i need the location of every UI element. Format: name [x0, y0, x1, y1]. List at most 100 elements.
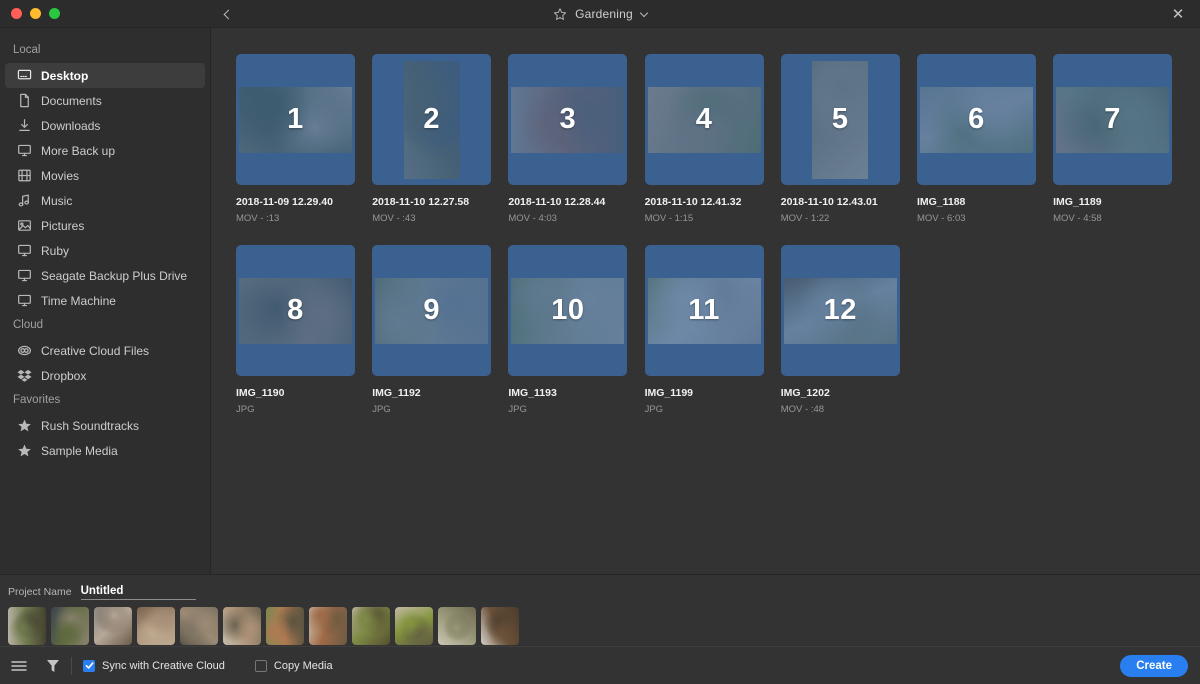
media-item[interactable]: 7 IMG_1189 MOV - 4:58 [1053, 54, 1189, 224]
filmstrip-thumbnail[interactable] [395, 607, 433, 646]
sidebar-item-pictures[interactable]: Pictures [5, 213, 205, 238]
sidebar-item-music[interactable]: Music [5, 188, 205, 213]
filmstrip-thumbnail[interactable] [180, 607, 218, 646]
filmstrip-thumbnail[interactable] [266, 607, 304, 646]
filmstrip-thumbnail[interactable] [438, 607, 476, 646]
media-order-number: 7 [1104, 103, 1121, 135]
media-item[interactable]: 12 IMG_1202 MOV - :48 [780, 245, 917, 415]
sidebar-item-label: Pictures [41, 218, 85, 233]
media-item[interactable]: 2 2018-11-10 12.27.58 MOV - :43 [372, 54, 508, 224]
media-file-meta: JPG [644, 404, 664, 415]
checkbox-checked-icon[interactable] [83, 659, 95, 672]
media-item[interactable]: 11 IMG_1199 JPG [644, 245, 781, 415]
media-item[interactable]: 10 IMG_1193 JPG [508, 245, 644, 415]
filmstrip-thumbnail[interactable] [223, 607, 261, 646]
sidebar-group-label: Local [13, 44, 41, 56]
media-thumbnail[interactable]: 7 [1053, 54, 1173, 185]
sidebar-item-label: Dropbox [41, 368, 87, 383]
sidebar-item-rush-soundtracks[interactable]: Rush Soundtracks [5, 413, 205, 438]
media-item[interactable]: 3 2018-11-10 12.28.44 MOV - 4:03 [508, 54, 644, 224]
toolbar-divider [71, 656, 72, 675]
media-item[interactable]: 1 2018-11-09 12.29.40 MOV - :13 [236, 54, 372, 224]
media-order-number: 5 [831, 103, 849, 135]
media-thumbnail[interactable]: 10 [508, 245, 628, 376]
filmstrip-thumbnail[interactable] [51, 607, 89, 646]
sidebar-item-dropbox[interactable]: Dropbox [5, 363, 205, 388]
sidebar-item-label: Seagate Backup Plus Drive [41, 268, 188, 283]
project-title-area: Gardening [0, 0, 1200, 28]
sidebar-item-time-machine[interactable]: Time Machine [5, 288, 205, 313]
page-title: Gardening [575, 7, 633, 21]
sidebar-item-movies[interactable]: Movies [5, 163, 205, 188]
filmstrip-thumbnail[interactable] [309, 607, 347, 646]
document-icon [17, 93, 32, 108]
list-view-icon[interactable] [8, 655, 30, 677]
checkbox-unchecked-icon[interactable] [254, 659, 267, 672]
sidebar-item-ruby[interactable]: Ruby [5, 238, 205, 263]
media-thumbnail[interactable]: 2 [372, 54, 492, 185]
media-item[interactable]: 9 IMG_1192 JPG [372, 245, 508, 415]
filmstrip-thumbnail[interactable] [94, 607, 132, 646]
star-filled-icon [17, 418, 32, 433]
back-button[interactable] [216, 0, 238, 28]
filmstrip[interactable] [0, 600, 1200, 646]
picture-icon [17, 218, 32, 233]
filmstrip-thumbnail[interactable] [352, 607, 390, 646]
media-item[interactable]: 4 2018-11-10 12.41.32 MOV - 1:15 [644, 54, 781, 224]
media-order-number: 9 [423, 294, 440, 326]
media-file-meta: MOV - 1:15 [644, 213, 694, 224]
media-thumbnail[interactable]: 11 [644, 245, 764, 376]
filmstrip-thumbnail[interactable] [481, 607, 519, 646]
sidebar-item-desktop[interactable]: Desktop [5, 63, 205, 88]
media-thumbnail[interactable]: 9 [372, 245, 492, 376]
title-bar: Gardening ✕ [0, 0, 1200, 28]
media-browser: 1 2018-11-09 12.29.40 MOV - :13 2 2018-11-10… [211, 28, 1200, 574]
sidebar-item-seagate-backup-plus-drive[interactable]: Seagate Backup Plus Drive [5, 263, 205, 288]
minimize-window-button[interactable] [30, 8, 41, 19]
media-thumbnail[interactable]: 3 [508, 54, 628, 185]
media-file-name: IMG_1188 [916, 196, 966, 208]
sidebar-item-label: More Back up [41, 143, 116, 158]
sidebar-item-creative-cloud-files[interactable]: Creative Cloud Files [5, 338, 205, 363]
creative-cloud-icon [17, 343, 32, 358]
media-file-meta: MOV - :13 [236, 213, 280, 224]
window-controls [0, 8, 60, 19]
media-item[interactable]: 5 2018-11-10 12.43.01 MOV - 1:22 [780, 54, 917, 224]
media-file-meta: MOV - :43 [372, 213, 416, 224]
close-window-button[interactable] [11, 8, 22, 19]
media-thumbnail[interactable]: 6 [916, 54, 1036, 185]
filmstrip-thumbnail[interactable] [8, 607, 46, 646]
maximize-window-button[interactable] [49, 8, 60, 19]
project-name-input[interactable]: Untitled [80, 585, 196, 601]
sidebar-item-more-back-up[interactable]: More Back up [5, 138, 205, 163]
media-item[interactable]: 6 IMG_1188 MOV - 6:03 [916, 54, 1053, 224]
sync-with-creative-cloud-checkbox[interactable]: Sync with Creative Cloud [83, 659, 225, 672]
sidebar-item-documents[interactable]: Documents [5, 88, 205, 113]
chevron-down-icon[interactable] [639, 8, 649, 17]
media-order-number: 3 [559, 103, 577, 135]
sidebar-item-label: Music [41, 193, 73, 208]
media-item[interactable]: 8 IMG_1190 JPG [236, 245, 372, 415]
bottom-panel: Project Name Untitled Sync with Creative… [0, 574, 1200, 684]
sidebar: Local Desktop Documents Downloads More Back … [0, 28, 211, 574]
media-file-meta: MOV - 1:22 [780, 213, 830, 224]
filter-icon[interactable] [42, 655, 64, 677]
media-thumbnail[interactable]: 12 [780, 245, 900, 376]
media-thumbnail[interactable]: 8 [236, 245, 355, 376]
media-file-name: IMG_1202 [780, 387, 830, 399]
copy-media-checkbox[interactable]: Copy Media [254, 659, 333, 672]
sidebar-item-sample-media[interactable]: Sample Media [5, 438, 205, 463]
filmstrip-thumbnail[interactable] [137, 607, 175, 646]
media-thumbnail[interactable]: 4 [644, 54, 764, 185]
star-icon[interactable] [553, 7, 567, 21]
create-button[interactable]: Create [1120, 654, 1188, 677]
sidebar-item-label: Ruby [41, 243, 70, 258]
media-thumbnail[interactable]: 5 [780, 54, 900, 185]
close-icon[interactable]: ✕ [1168, 0, 1188, 28]
media-thumbnail[interactable]: 1 [236, 54, 355, 185]
media-file-name: 2018-11-10 12.27.58 [372, 196, 470, 208]
media-file-name: 2018-11-09 12.29.40 [236, 196, 333, 208]
sidebar-item-downloads[interactable]: Downloads [5, 113, 205, 138]
display-icon [17, 243, 32, 258]
media-order-number: 10 [551, 294, 585, 326]
